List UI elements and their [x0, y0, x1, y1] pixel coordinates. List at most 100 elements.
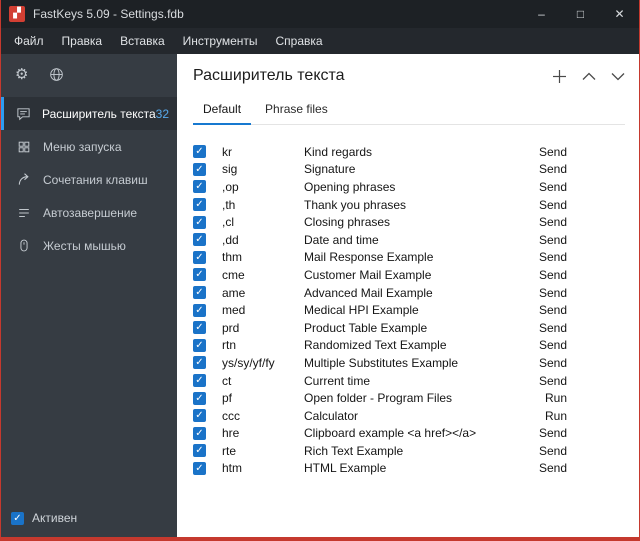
table-row[interactable]: ✓ ct Current time Send [193, 372, 567, 390]
row-checkbox[interactable]: ✓ [193, 391, 206, 405]
row-action-button[interactable]: Send [525, 162, 567, 176]
row-abbreviation: ame [222, 285, 246, 300]
row-checkbox[interactable]: ✓ [193, 198, 206, 212]
move-down-button[interactable] [611, 72, 625, 81]
row-checkbox[interactable]: ✓ [193, 250, 206, 264]
row-action-button[interactable]: Send [525, 444, 567, 458]
table-row[interactable]: ✓ prd Product Table Example Send [193, 319, 567, 337]
table-row[interactable]: ✓ sig Signature Send [193, 161, 567, 179]
row-checkbox[interactable]: ✓ [193, 409, 206, 423]
window-controls: – □ ✕ [522, 0, 639, 28]
row-checkbox[interactable]: ✓ [193, 180, 206, 194]
row-abbreviation: thm [222, 250, 243, 265]
row-abbreviation: prd [222, 320, 240, 335]
sidebar-item-autocomplete[interactable]: Автозавершение [1, 196, 177, 229]
sidebar-item-mouse-gestures[interactable]: Жесты мышью [1, 229, 177, 262]
table-row[interactable]: ✓ ,cl Closing phrases Send [193, 213, 567, 231]
row-checkbox[interactable]: ✓ [193, 338, 206, 352]
sidebar: ⚙ Расширитель текста 32 Меню запуска Соч… [1, 54, 177, 537]
row-checkbox[interactable]: ✓ [193, 233, 206, 247]
table-row[interactable]: ✓ pf Open folder - Program Files Run [193, 389, 567, 407]
table-row[interactable]: ✓ ,op Opening phrases Send [193, 178, 567, 196]
sidebar-item-label: Меню запуска [43, 139, 122, 154]
menubar: Файл Правка Вставка Инструменты Справка [1, 28, 639, 54]
row-description: Clipboard example <a href></a> [304, 426, 477, 441]
table-row[interactable]: ✓ htm HTML Example Send [193, 460, 567, 478]
status-bar: ✓ Активен [1, 511, 177, 537]
row-checkbox[interactable]: ✓ [193, 162, 206, 176]
row-checkbox[interactable]: ✓ [193, 145, 206, 159]
row-action-button[interactable]: Send [525, 180, 567, 194]
row-abbreviation: ccc [222, 408, 240, 423]
move-up-button[interactable] [582, 72, 596, 81]
add-item-button[interactable] [552, 69, 567, 84]
row-checkbox[interactable]: ✓ [193, 356, 206, 370]
row-abbreviation: rte [222, 443, 237, 458]
table-row[interactable]: ✓ ame Advanced Mail Example Send [193, 284, 567, 302]
row-checkbox[interactable]: ✓ [193, 215, 206, 229]
tab-phrase-files[interactable]: Phrase files [255, 96, 338, 125]
row-checkbox[interactable]: ✓ [193, 303, 206, 317]
globe-icon[interactable] [49, 67, 64, 82]
row-action-button[interactable]: Send [525, 198, 567, 212]
table-row[interactable]: ✓ cme Customer Mail Example Send [193, 266, 567, 284]
row-checkbox[interactable]: ✓ [193, 461, 206, 475]
row-checkbox[interactable]: ✓ [193, 426, 206, 440]
menu-item-file[interactable]: Файл [5, 29, 53, 53]
sidebar-item-text-expander[interactable]: Расширитель текста 32 [1, 97, 177, 130]
row-action-button[interactable]: Send [525, 145, 567, 159]
table-row[interactable]: ✓ hre Clipboard example <a href></a> Sen… [193, 425, 567, 443]
row-action-button[interactable]: Send [525, 461, 567, 475]
sidebar-item-shortcuts[interactable]: Сочетания клавиш [1, 163, 177, 196]
menu-item-tools[interactable]: Инструменты [174, 29, 267, 53]
grid-icon [16, 139, 32, 155]
menu-item-insert[interactable]: Вставка [111, 29, 174, 53]
table-row[interactable]: ✓ kr Kind regards Send [193, 143, 567, 161]
row-action-button[interactable]: Send [525, 426, 567, 440]
row-checkbox[interactable]: ✓ [193, 268, 206, 282]
table-row[interactable]: ✓ rte Rich Text Example Send [193, 442, 567, 460]
tab-default[interactable]: Default [193, 96, 252, 125]
minimize-button[interactable]: – [522, 0, 561, 28]
row-action-button[interactable]: Run [525, 409, 567, 423]
gear-icon[interactable]: ⚙ [15, 67, 28, 82]
row-checkbox[interactable]: ✓ [193, 444, 206, 458]
row-abbreviation: ys/sy/yf/fy [222, 355, 275, 370]
row-action-button[interactable]: Send [525, 286, 567, 300]
maximize-button[interactable]: □ [561, 0, 600, 28]
menu-item-edit[interactable]: Правка [53, 29, 112, 53]
status-label: Активен [32, 511, 78, 525]
row-checkbox[interactable]: ✓ [193, 374, 206, 388]
table-row[interactable]: ✓ ,th Thank you phrases Send [193, 196, 567, 214]
table-row[interactable]: ✓ ,dd Date and time Send [193, 231, 567, 249]
mouse-icon [16, 238, 32, 254]
row-abbreviation: ct [222, 373, 232, 388]
active-checkbox[interactable]: ✓ [11, 511, 24, 525]
app-window: ▞ FastKeys 5.09 - Settings.fdb – □ ✕ Фай… [0, 0, 640, 541]
row-abbreviation: med [222, 303, 246, 318]
row-action-button[interactable]: Send [525, 338, 567, 352]
table-row[interactable]: ✓ ys/sy/yf/fy Multiple Substitutes Examp… [193, 354, 567, 372]
titlebar: ▞ FastKeys 5.09 - Settings.fdb – □ ✕ [1, 0, 639, 28]
menu-item-help[interactable]: Справка [267, 29, 332, 53]
row-action-button[interactable]: Run [525, 391, 567, 405]
row-action-button[interactable]: Send [525, 321, 567, 335]
table-row[interactable]: ✓ med Medical HPI Example Send [193, 301, 567, 319]
row-action-button[interactable]: Send [525, 215, 567, 229]
row-action-button[interactable]: Send [525, 233, 567, 247]
row-checkbox[interactable]: ✓ [193, 321, 206, 335]
row-abbreviation: rtn [222, 338, 237, 353]
row-action-button[interactable]: Send [525, 268, 567, 282]
row-description: Closing phrases [304, 215, 391, 230]
close-button[interactable]: ✕ [600, 0, 639, 28]
row-action-button[interactable]: Send [525, 250, 567, 264]
row-action-button[interactable]: Send [525, 303, 567, 317]
table-row[interactable]: ✓ rtn Randomized Text Example Send [193, 337, 567, 355]
table-row[interactable]: ✓ thm Mail Response Example Send [193, 249, 567, 267]
row-abbreviation: ,dd [222, 232, 239, 247]
row-action-button[interactable]: Send [525, 374, 567, 388]
row-checkbox[interactable]: ✓ [193, 286, 206, 300]
sidebar-item-start-menu[interactable]: Меню запуска [1, 130, 177, 163]
row-action-button[interactable]: Send [525, 356, 567, 370]
table-row[interactable]: ✓ ccc Calculator Run [193, 407, 567, 425]
